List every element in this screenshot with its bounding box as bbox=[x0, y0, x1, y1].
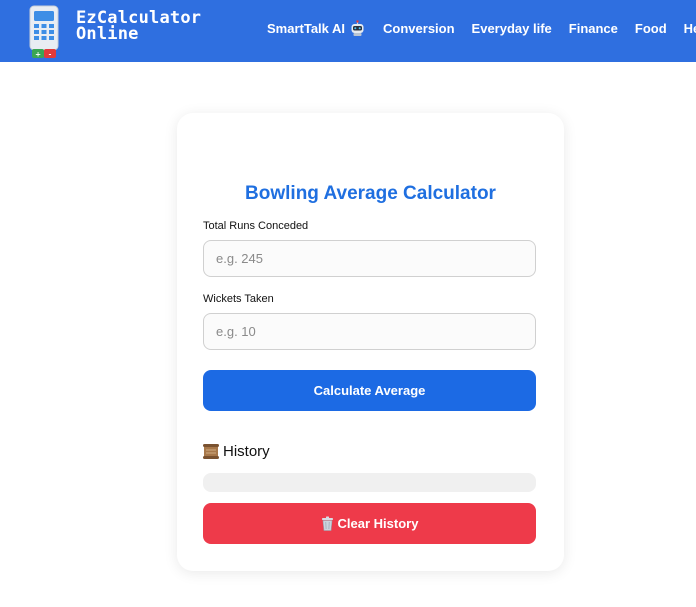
nav-finance[interactable]: Finance bbox=[569, 20, 618, 37]
clear-history-label: Clear History bbox=[337, 516, 419, 531]
history-heading: History bbox=[203, 443, 270, 460]
runs-conceded-label: Total Runs Conceded bbox=[203, 220, 309, 232]
calculate-average-button[interactable]: Calculate Average bbox=[203, 370, 536, 411]
nav-health[interactable]: Health bbox=[684, 20, 696, 37]
brand-line-2: Online bbox=[76, 24, 139, 44]
wickets-taken-label: Wickets Taken bbox=[203, 293, 274, 305]
nav-conversion[interactable]: Conversion bbox=[383, 20, 455, 37]
top-navbar: + - EzCalculator Online SmartTalk AI Con… bbox=[0, 0, 696, 62]
history-list bbox=[203, 473, 536, 492]
brand-name[interactable]: EzCalculator Online bbox=[76, 10, 201, 44]
clear-history-button[interactable]: Clear History bbox=[203, 503, 536, 544]
runs-conceded-input[interactable] bbox=[203, 240, 536, 277]
calculator-logo-icon[interactable]: + - bbox=[29, 5, 59, 59]
trash-icon bbox=[321, 516, 333, 531]
calculator-card: Bowling Average Calculator Total Runs Co… bbox=[177, 113, 564, 571]
nav-food[interactable]: Food bbox=[635, 20, 667, 37]
nav-everyday-life[interactable]: Everyday life bbox=[472, 20, 552, 37]
history-heading-text: History bbox=[223, 443, 270, 460]
svg-text:+: + bbox=[35, 51, 41, 59]
nav-label: SmartTalk AI bbox=[267, 21, 346, 36]
scroll-icon bbox=[203, 444, 219, 459]
svg-text:-: - bbox=[49, 51, 52, 59]
robot-icon bbox=[351, 20, 364, 36]
main-nav: SmartTalk AI Conversion Everyday life Fi… bbox=[267, 20, 696, 37]
nav-smarttalk-ai[interactable]: SmartTalk AI bbox=[267, 20, 366, 37]
calculator-title: Bowling Average Calculator bbox=[245, 183, 496, 204]
wickets-taken-input[interactable] bbox=[203, 313, 536, 350]
